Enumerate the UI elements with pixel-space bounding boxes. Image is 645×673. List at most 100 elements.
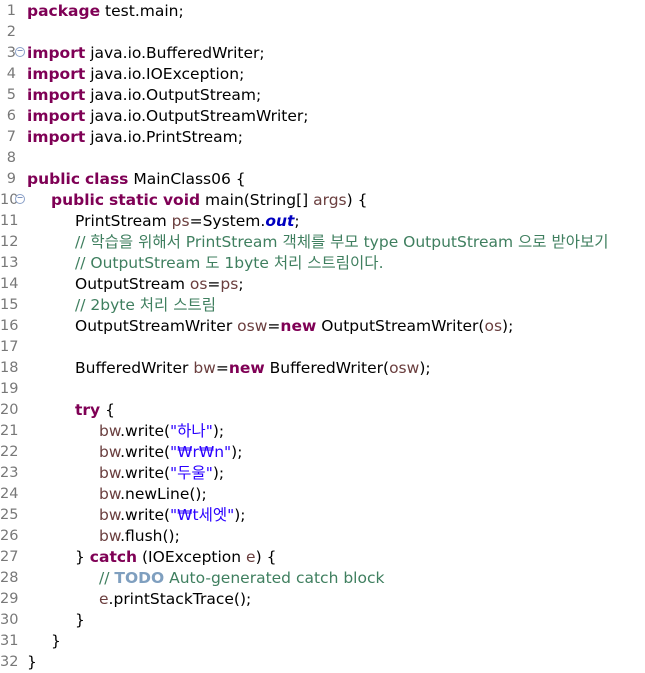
- code-token: test.main;: [100, 2, 184, 20]
- code-line[interactable]: 3 import java.io.BufferedWriter;: [0, 43, 645, 64]
- code-line[interactable]: 12 // 학습을 위해서 PrintStream 객체를 부모 type Out…: [0, 232, 645, 253]
- code-text: try {: [75, 400, 115, 421]
- code-line[interactable]: 17: [0, 337, 645, 358]
- code-text: // 학습을 위해서 PrintStream 객체를 부모 type Outpu…: [75, 232, 609, 253]
- code-token: .flush();: [120, 527, 180, 545]
- code-line[interactable]: 20 try {: [0, 400, 645, 421]
- keyword-token: import: [27, 65, 86, 83]
- code-token: }: [51, 632, 61, 650]
- code-editor[interactable]: 1 package test.main; 2 3 import java.io.Buff…: [0, 0, 645, 671]
- code-token: =: [267, 317, 281, 335]
- code-token: );: [212, 422, 225, 440]
- code-token: ;: [238, 275, 244, 293]
- code-line[interactable]: 24 bw.newLine();: [0, 484, 645, 505]
- code-text: public class MainClass06 {: [27, 169, 246, 190]
- code-token: BufferedWriter(: [264, 359, 390, 377]
- keyword-token: import: [27, 107, 86, 125]
- code-text: import java.io.OutputStreamWriter;: [27, 106, 308, 127]
- code-line[interactable]: 5 import java.io.OutputStream;: [0, 85, 645, 106]
- line-number: 1: [6, 3, 16, 19]
- code-line[interactable]: 25 bw.write("₩t세엣");: [0, 505, 645, 526]
- line-number: 26: [0, 528, 19, 544]
- code-line[interactable]: 9 public class MainClass06 {: [0, 169, 645, 190]
- code-text: public static void main(String[] args) {: [51, 190, 367, 211]
- code-text: import java.io.IOException;: [27, 64, 244, 85]
- line-number: 20: [0, 402, 19, 418]
- code-line[interactable]: 23 bw.write("두울");: [0, 463, 645, 484]
- code-token: .printStackTrace();: [108, 590, 252, 608]
- code-text: bw.write("두울");: [99, 463, 224, 484]
- code-token: OutputStreamWriter: [75, 317, 238, 335]
- code-text: e.printStackTrace();: [99, 589, 251, 610]
- code-line[interactable]: 29 e.printStackTrace();: [0, 589, 645, 610]
- code-line[interactable]: 26 bw.flush();: [0, 526, 645, 547]
- string-token: "하나": [170, 422, 213, 440]
- keyword-token: public: [27, 170, 81, 188]
- code-line[interactable]: 11 PrintStream ps=System.out;: [0, 211, 645, 232]
- keyword-token: import: [27, 86, 86, 104]
- code-line[interactable]: 27} catch (IOException e) {: [0, 547, 645, 568]
- line-number: 2: [6, 24, 16, 40]
- line-number: 22: [0, 444, 19, 460]
- keyword-token: import: [27, 128, 86, 146]
- code-line[interactable]: 32}: [0, 652, 645, 673]
- code-text: // TODO Auto-generated catch block: [99, 568, 384, 589]
- code-line[interactable]: 16 OutputStreamWriter osw=new OutputStrea…: [0, 316, 645, 337]
- variable-token: bw: [99, 527, 121, 545]
- variable-token: bw: [99, 506, 121, 524]
- line-number: 29: [0, 591, 19, 607]
- code-text: bw.write("₩r₩n");: [99, 442, 242, 463]
- code-line[interactable]: 30}: [0, 610, 645, 631]
- code-token: .newLine();: [120, 485, 207, 503]
- code-line[interactable]: 1 package test.main;: [0, 1, 645, 22]
- code-line[interactable]: 8: [0, 148, 645, 169]
- code-text: }: [51, 631, 61, 652]
- code-line[interactable]: 13 // OutputStream 도 1byte 처리 스트림이다.: [0, 253, 645, 274]
- code-line[interactable]: 7 import java.io.PrintStream;: [0, 127, 645, 148]
- code-line[interactable]: 31}: [0, 631, 645, 652]
- keyword-token: static: [108, 191, 158, 209]
- code-text: import java.io.OutputStream;: [27, 85, 261, 106]
- code-text: package test.main;: [27, 1, 184, 22]
- code-token: java.io.PrintStream;: [85, 128, 243, 146]
- todo-tag: TODO: [114, 569, 165, 587]
- keyword-token: try: [75, 401, 101, 419]
- code-line[interactable]: 14 OutputStream os=ps;: [0, 274, 645, 295]
- code-line[interactable]: 6 import java.io.OutputStreamWriter;: [0, 106, 645, 127]
- code-text: import java.io.BufferedWriter;: [27, 43, 265, 64]
- code-token: .write(: [120, 506, 171, 524]
- code-token: =: [215, 359, 229, 377]
- code-line[interactable]: 15 // 2byte 처리 스트림: [0, 295, 645, 316]
- code-token: }: [75, 611, 85, 629]
- line-number: 10: [0, 192, 19, 208]
- line-number: 3: [6, 45, 16, 61]
- code-line[interactable]: 22 bw.write("₩r₩n");: [0, 442, 645, 463]
- code-line[interactable]: 10 public static void main(String[] args)…: [0, 190, 645, 211]
- code-token: );: [419, 359, 431, 377]
- code-line[interactable]: 2: [0, 22, 645, 43]
- line-number: 6: [6, 108, 16, 124]
- code-text: import java.io.PrintStream;: [27, 127, 243, 148]
- code-text: bw.write("₩t세엣");: [99, 505, 246, 526]
- code-text: // 2byte 처리 스트림: [75, 295, 216, 316]
- variable-token: ps: [220, 275, 239, 293]
- line-number: 19: [0, 381, 19, 397]
- code-token: }: [27, 653, 37, 671]
- code-token: .write(: [120, 422, 171, 440]
- fold-toggle-icon[interactable]: [15, 47, 25, 57]
- line-number: 16: [0, 318, 19, 334]
- code-line[interactable]: 4 import java.io.IOException;: [0, 64, 645, 85]
- string-token: "₩t세엣": [170, 506, 235, 524]
- keyword-token: new: [228, 359, 265, 377]
- code-line[interactable]: 28 // TODO Auto-generated catch block: [0, 568, 645, 589]
- code-line[interactable]: 19: [0, 379, 645, 400]
- code-token: ;: [294, 212, 300, 230]
- variable-token: bw: [99, 422, 121, 440]
- fold-toggle-icon[interactable]: [15, 194, 25, 204]
- line-number: 25: [0, 507, 19, 523]
- code-line[interactable]: 18 BufferedWriter bw=new BufferedWriter(o…: [0, 358, 645, 379]
- code-token: {: [100, 401, 115, 419]
- variable-token: bw: [99, 485, 121, 503]
- code-token: PrintStream: [75, 212, 172, 230]
- code-line[interactable]: 21 bw.write("하나");: [0, 421, 645, 442]
